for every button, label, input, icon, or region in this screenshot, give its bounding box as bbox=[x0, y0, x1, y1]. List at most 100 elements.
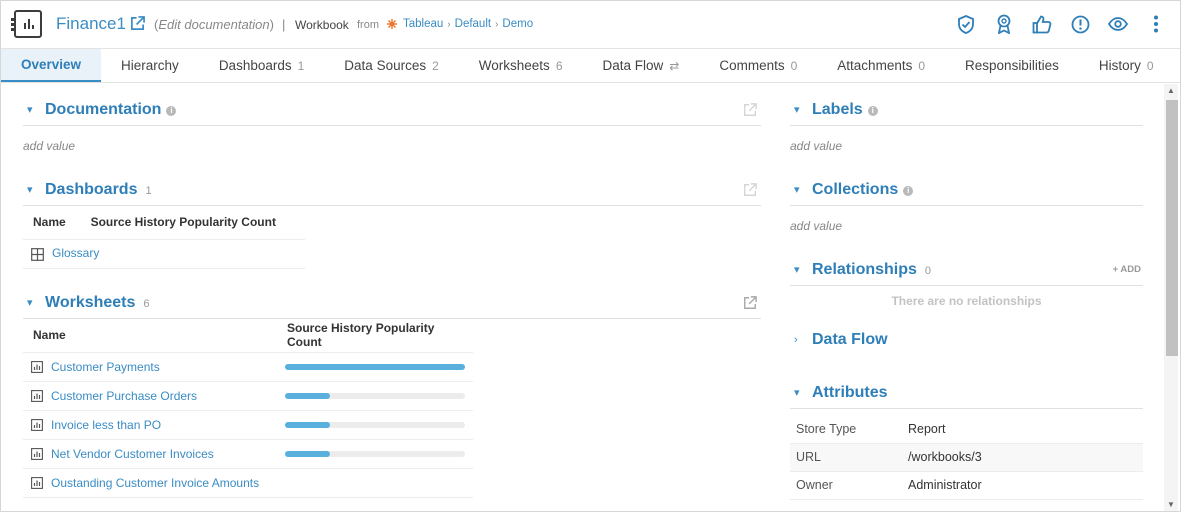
column-header[interactable]: Source History Popularity Count bbox=[80, 206, 305, 240]
tab-count: 0 bbox=[1146, 58, 1154, 73]
tab-bar: Overview Hierarchy Dashboards 1 Data Sour… bbox=[1, 49, 1180, 83]
tab-responsibilities[interactable]: Responsibilities bbox=[945, 49, 1079, 82]
column-header[interactable]: Name bbox=[23, 206, 81, 240]
worksheets-table: Name Source History Popularity Count Cus… bbox=[23, 319, 473, 498]
chevron-down-icon[interactable]: ▾ bbox=[794, 183, 808, 196]
eye-icon[interactable] bbox=[1108, 14, 1128, 34]
tab-comments[interactable]: Comments 0 bbox=[699, 49, 817, 82]
scroll-down-icon[interactable]: ▼ bbox=[1167, 500, 1175, 509]
info-icon: i bbox=[166, 105, 177, 116]
column-header[interactable]: Source History Popularity Count bbox=[277, 319, 473, 353]
thumbs-up-icon[interactable] bbox=[1032, 14, 1052, 34]
badge-icon[interactable] bbox=[994, 14, 1014, 34]
info-icon: i bbox=[903, 185, 914, 196]
attributes-table: Store Type Report URL/workbooks/3 Owner Ad… bbox=[790, 415, 1143, 500]
chevron-down-icon[interactable]: ▾ bbox=[794, 386, 808, 399]
tab-worksheets[interactable]: Worksheets 6 bbox=[459, 49, 583, 82]
section-title: Attributes bbox=[812, 383, 888, 401]
relationships-section: ▾ Relationships 0 + ADD There are no rel… bbox=[790, 254, 1143, 308]
scrollbar[interactable]: ▲ ▼ bbox=[1164, 84, 1178, 511]
tab-count: 0 bbox=[918, 58, 926, 73]
alert-icon[interactable] bbox=[1070, 14, 1090, 34]
info-icon: i bbox=[867, 105, 878, 116]
tab-data-sources[interactable]: Data Sources 2 bbox=[324, 49, 458, 82]
worksheet-icon bbox=[31, 477, 43, 490]
external-link-icon[interactable] bbox=[130, 16, 145, 31]
tab-data-flow[interactable]: Data Flow ⇄ bbox=[583, 49, 700, 82]
scroll-up-icon[interactable]: ▲ bbox=[1167, 86, 1175, 95]
column-header[interactable]: Name bbox=[23, 319, 277, 353]
documentation-value[interactable]: add value bbox=[23, 139, 761, 153]
add-relationship-button[interactable]: + ADD bbox=[1113, 264, 1141, 275]
worksheet-name[interactable]: Customer Payments bbox=[51, 360, 160, 374]
section-count: 1 bbox=[145, 185, 152, 197]
chevron-right-icon[interactable]: › bbox=[794, 334, 808, 346]
popularity-bar-fill bbox=[285, 392, 330, 399]
breadcrumb-item[interactable]: Default bbox=[455, 18, 491, 30]
section-title: Collections bbox=[812, 180, 899, 198]
scrollbar-thumb[interactable] bbox=[1166, 100, 1178, 356]
table-row[interactable]: Oustanding Customer Invoice Amounts bbox=[23, 468, 473, 498]
header-actions bbox=[956, 14, 1166, 34]
attribute-value: Administrator bbox=[908, 471, 1143, 500]
chevron-down-icon[interactable]: ▾ bbox=[27, 183, 41, 196]
tab-dashboards[interactable]: Dashboards 1 bbox=[199, 49, 324, 82]
popularity-bar bbox=[285, 421, 465, 428]
breadcrumb-item[interactable]: Demo bbox=[502, 18, 533, 30]
section-header[interactable]: ▾ Relationships 0 + ADD bbox=[790, 254, 1143, 286]
collections-section: ▾ Collections i add value bbox=[790, 174, 1143, 233]
attribute-row: Owner Administrator bbox=[790, 471, 1143, 500]
chevron-right-icon: › bbox=[447, 18, 451, 30]
tab-attachments[interactable]: Attachments 0 bbox=[817, 49, 945, 82]
tab-history[interactable]: History 0 bbox=[1079, 49, 1174, 82]
labels-value[interactable]: add value bbox=[790, 139, 1143, 153]
collections-value[interactable]: add value bbox=[790, 219, 1143, 233]
workbook-icon bbox=[11, 10, 42, 38]
section-header[interactable]: ▾ Documentation i bbox=[23, 94, 761, 126]
section-header[interactable]: ▾ Dashboards 1 bbox=[23, 174, 761, 206]
table-row[interactable]: Glossary bbox=[23, 239, 305, 269]
table-row[interactable]: Net Vendor Customer Invoices bbox=[23, 439, 473, 469]
tab-count: 1 bbox=[297, 58, 305, 73]
attributes-section: ▾ Attributes Store Type Report URL/workbo… bbox=[790, 377, 1143, 500]
chevron-down-icon[interactable]: ▾ bbox=[27, 103, 41, 116]
worksheet-name[interactable]: Customer Purchase Orders bbox=[51, 389, 197, 403]
tab-hierarchy[interactable]: Hierarchy bbox=[101, 49, 199, 82]
section-title: Labels bbox=[812, 100, 863, 118]
worksheet-name[interactable]: Net Vendor Customer Invoices bbox=[51, 447, 214, 461]
worksheet-icon bbox=[31, 361, 43, 374]
section-count: 0 bbox=[924, 265, 932, 277]
shield-check-icon[interactable] bbox=[956, 14, 976, 34]
section-header[interactable]: ▾ Attributes bbox=[790, 377, 1143, 409]
popularity-bar-fill bbox=[285, 363, 465, 370]
table-row[interactable]: Invoice less than PO bbox=[23, 410, 473, 440]
tab-count: 0 bbox=[790, 58, 798, 73]
more-vertical-icon[interactable] bbox=[1146, 14, 1166, 34]
section-title: Worksheets bbox=[45, 293, 136, 311]
popularity-bar bbox=[285, 363, 465, 370]
worksheet-name[interactable]: Invoice less than PO bbox=[51, 418, 161, 432]
attribute-value: /workbooks/3 bbox=[908, 443, 1143, 472]
section-header[interactable]: ▾ Worksheets 6 bbox=[23, 287, 761, 319]
breadcrumb-item[interactable]: Tableau bbox=[403, 18, 443, 30]
section-header[interactable]: › Data Flow bbox=[790, 324, 1143, 356]
from-label: from bbox=[357, 19, 379, 31]
tab-overview[interactable]: Overview bbox=[1, 49, 102, 82]
section-count: 6 bbox=[143, 298, 150, 310]
edit-documentation-link[interactable]: (Edit documentation) bbox=[154, 17, 274, 32]
data-flow-section: › Data Flow bbox=[790, 324, 1143, 356]
section-header[interactable]: ▾ Labels i bbox=[790, 94, 1143, 126]
external-link-icon[interactable] bbox=[743, 183, 757, 197]
dashboard-name[interactable]: Glossary bbox=[52, 246, 99, 260]
section-header[interactable]: ▾ Collections i bbox=[790, 174, 1143, 206]
chevron-down-icon[interactable]: ▾ bbox=[794, 263, 808, 276]
dashboards-table: Name Source History Popularity Count Glo… bbox=[23, 206, 305, 269]
chevron-down-icon[interactable]: ▾ bbox=[794, 103, 808, 116]
external-link-icon[interactable] bbox=[743, 103, 757, 117]
table-row[interactable]: Customer Payments bbox=[23, 352, 473, 382]
chevron-right-icon: › bbox=[495, 18, 499, 30]
chevron-down-icon[interactable]: ▾ bbox=[27, 296, 41, 309]
worksheet-name[interactable]: Oustanding Customer Invoice Amounts bbox=[51, 476, 259, 490]
table-row[interactable]: Customer Purchase Orders bbox=[23, 381, 473, 411]
external-link-icon[interactable] bbox=[743, 296, 757, 310]
